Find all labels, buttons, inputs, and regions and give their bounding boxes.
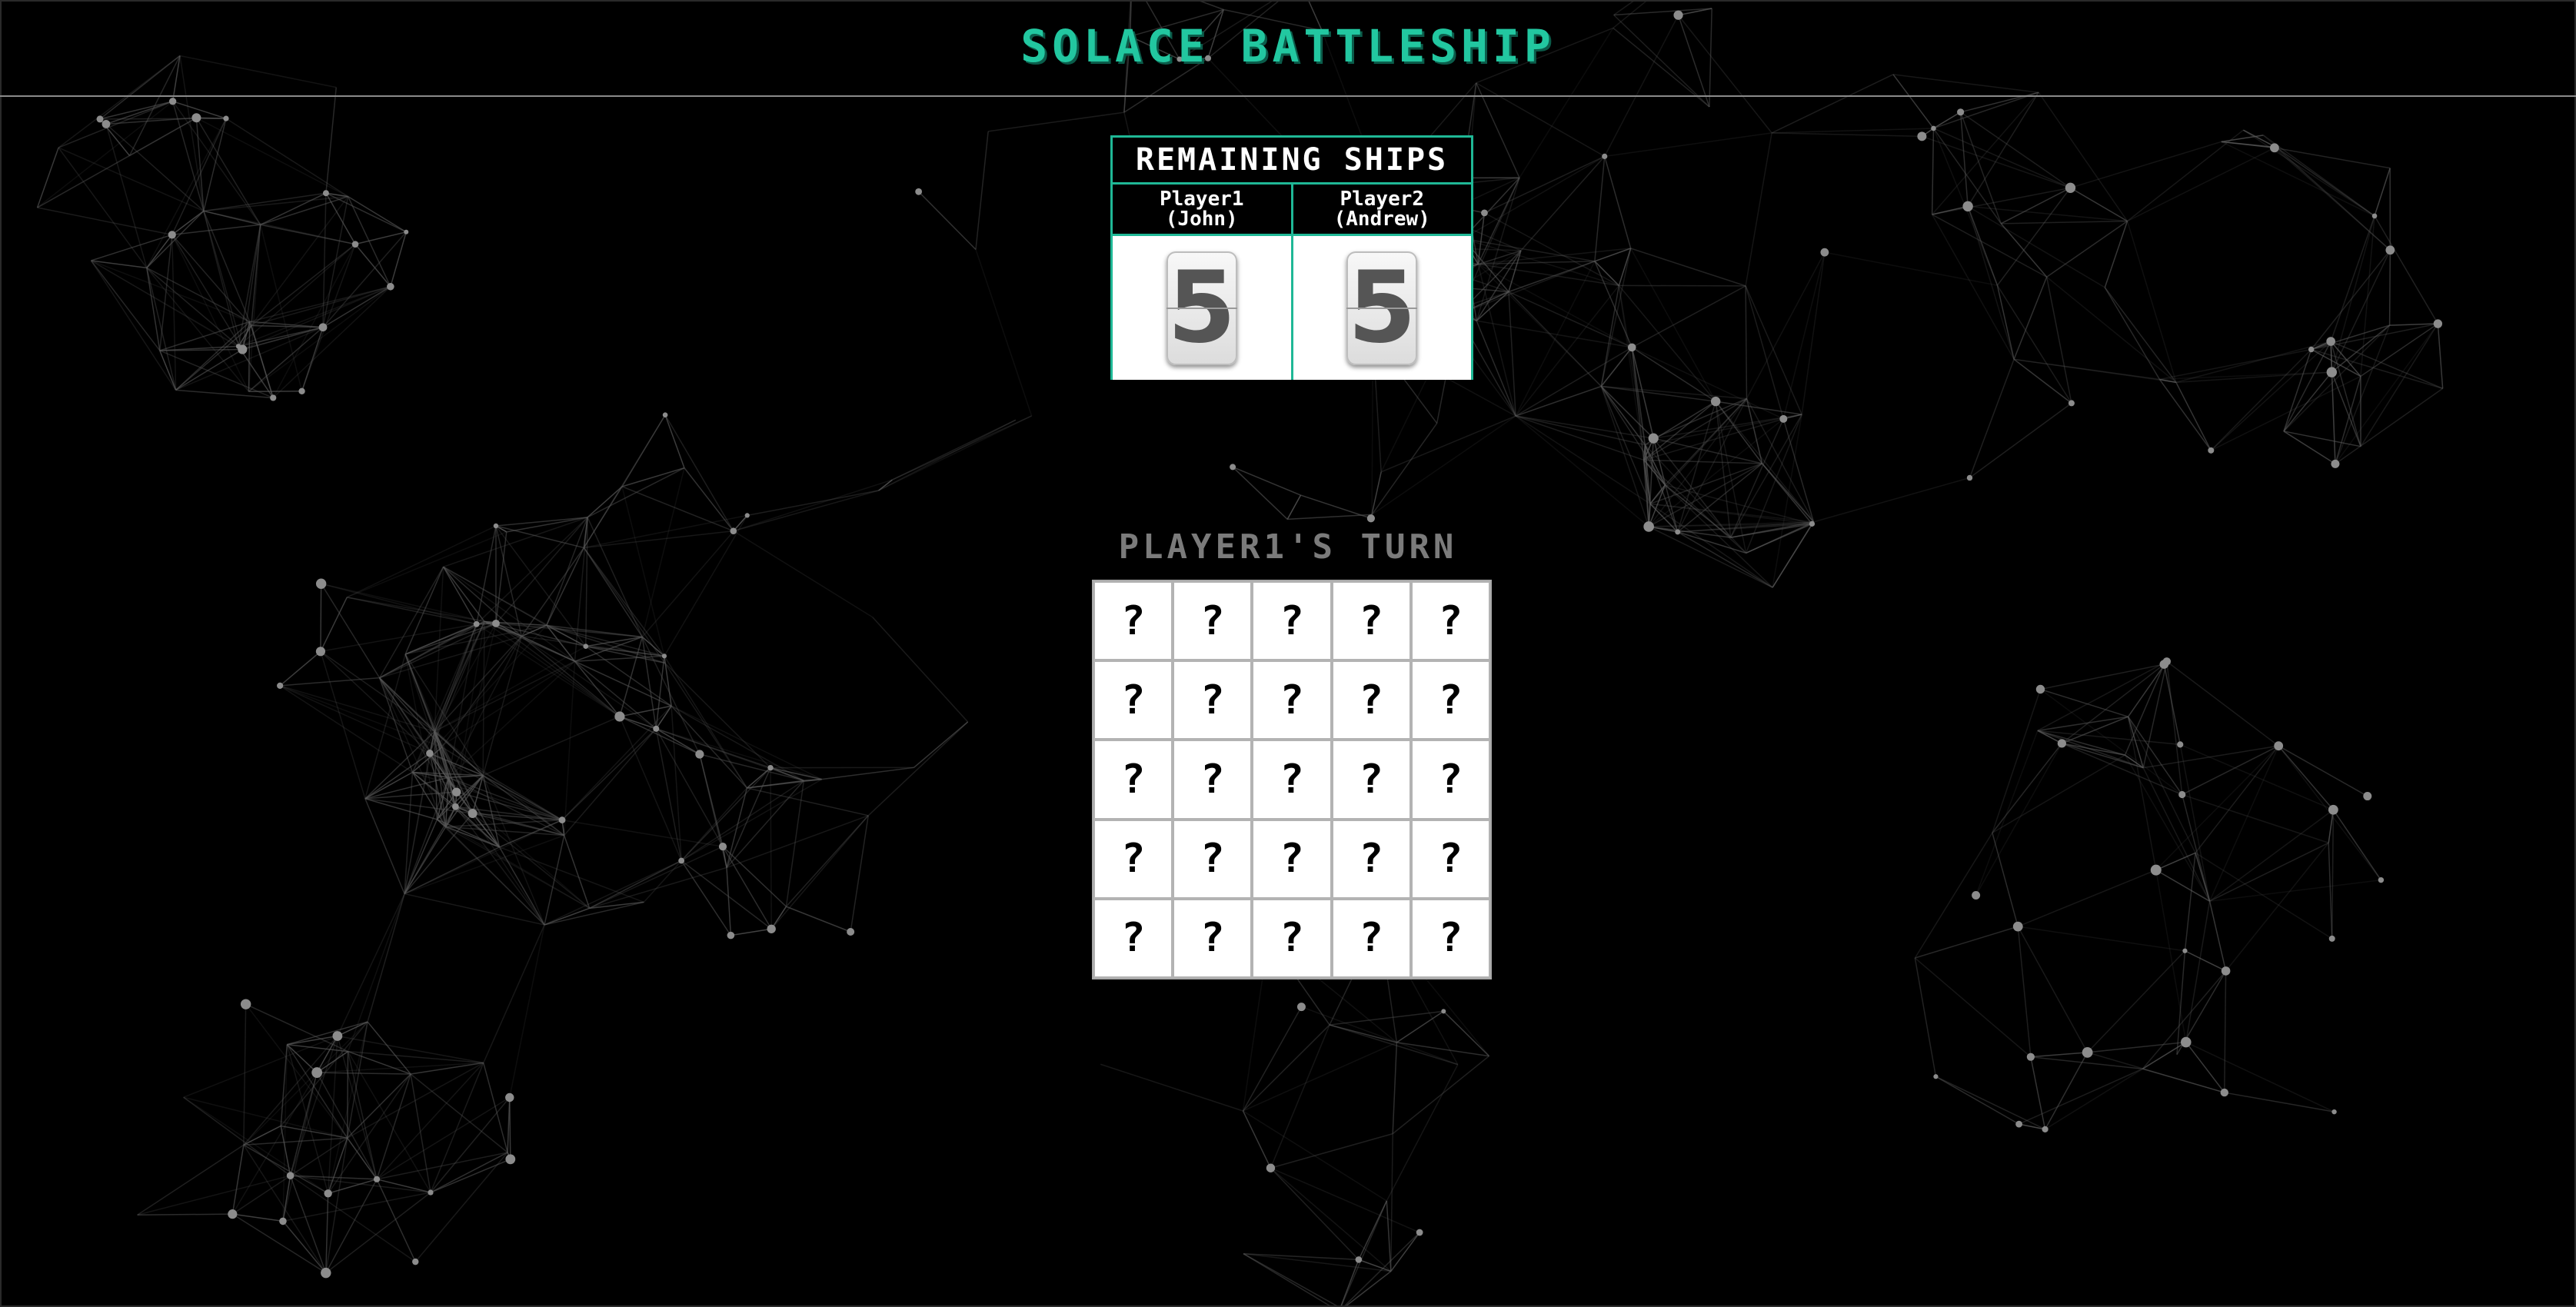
board-cell-r1-c4[interactable]: ? (1331, 581, 1411, 661)
ship-counts-row: 5 5 (1113, 236, 1471, 380)
player1-count-cell: 5 (1113, 236, 1291, 380)
board-cell-r4-c3[interactable]: ? (1252, 819, 1332, 899)
board-cell-r2-c2[interactable]: ? (1173, 660, 1253, 740)
board-cell-r5-c4[interactable]: ? (1331, 898, 1411, 978)
board-cell-r1-c1[interactable]: ? (1093, 581, 1173, 661)
turn-indicator: PLAYER1'S TURN (1118, 527, 1458, 567)
player1-header: Player1 (John) (1113, 185, 1291, 234)
player2-name: (Andrew) (1333, 208, 1430, 231)
board-cell-r3-c2[interactable]: ? (1173, 740, 1253, 820)
board-cell-r3-c5[interactable]: ? (1410, 740, 1490, 820)
board-cell-r2-c5[interactable]: ? (1410, 660, 1490, 740)
board-cell-r4-c4[interactable]: ? (1331, 819, 1411, 899)
board-cell-r1-c5[interactable]: ? (1410, 581, 1490, 661)
board-cell-r2-c4[interactable]: ? (1331, 660, 1411, 740)
player1-name: (John) (1165, 208, 1238, 231)
board-cell-r3-c1[interactable]: ? (1093, 740, 1173, 820)
board-cell-r5-c5[interactable]: ? (1410, 898, 1490, 978)
remaining-ships-title: REMAINING SHIPS (1113, 138, 1471, 185)
player2-remaining-count: 5 (1346, 251, 1418, 365)
game-title: SOLACE BATTLESHIP (1020, 20, 1556, 72)
board-cell-r1-c3[interactable]: ? (1252, 581, 1332, 661)
player-names-row: Player1 (John) Player2 (Andrew) (1113, 185, 1471, 236)
board-cell-r3-c3[interactable]: ? (1252, 740, 1332, 820)
player1-remaining-count: 5 (1166, 251, 1237, 365)
board-cell-r4-c1[interactable]: ? (1093, 819, 1173, 899)
board-cell-r2-c1[interactable]: ? (1093, 660, 1173, 740)
board-cell-r3-c4[interactable]: ? (1331, 740, 1411, 820)
header-bar: SOLACE BATTLESHIP (0, 0, 2576, 97)
board-cell-r1-c2[interactable]: ? (1173, 581, 1253, 661)
board-cell-r2-c3[interactable]: ? (1252, 660, 1332, 740)
player2-header: Player2 (Andrew) (1290, 185, 1472, 234)
board-cell-r5-c3[interactable]: ? (1252, 898, 1332, 978)
player2-label: Player2 (1340, 188, 1425, 211)
player2-count-cell: 5 (1290, 236, 1472, 380)
player1-label: Player1 (1159, 188, 1244, 211)
game-board: ????????????????????????? (1092, 580, 1492, 979)
board-cell-r4-c2[interactable]: ? (1173, 819, 1253, 899)
board-cell-r4-c5[interactable]: ? (1410, 819, 1490, 899)
board-cell-r5-c2[interactable]: ? (1173, 898, 1253, 978)
board-cell-r5-c1[interactable]: ? (1093, 898, 1173, 978)
remaining-ships-panel: REMAINING SHIPS Player1 (John) Player2 (… (1110, 135, 1473, 380)
